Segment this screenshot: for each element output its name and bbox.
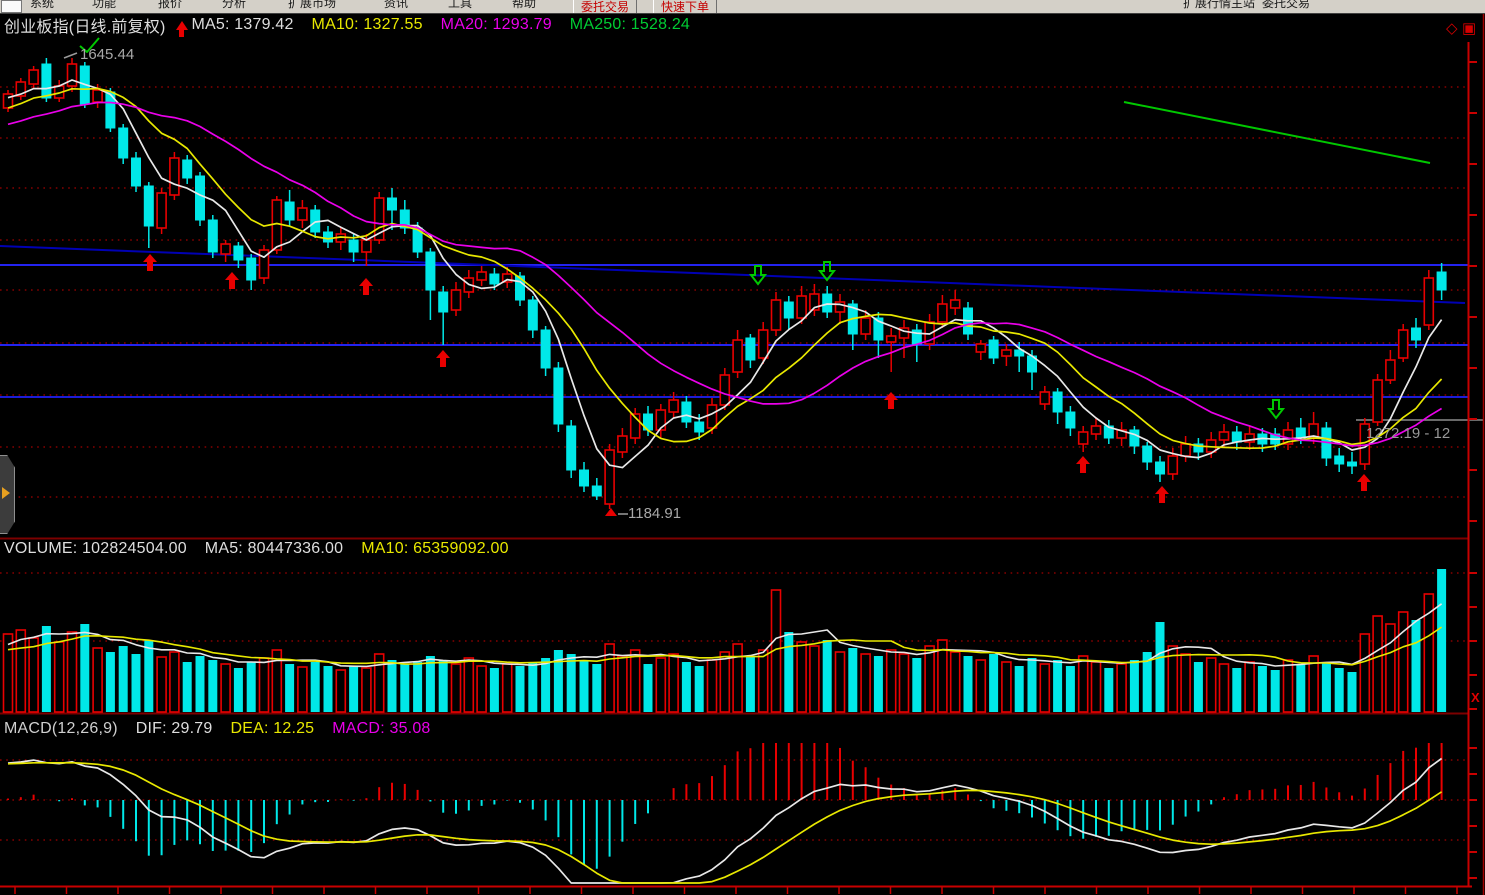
axes: [0, 13, 1484, 895]
macd-value: MACD: 35.08: [332, 720, 430, 738]
menu-item-5[interactable]: 资讯: [384, 0, 408, 11]
ma20-value: MA20: 1293.79: [441, 16, 552, 34]
menu-item-7[interactable]: 帮助: [512, 0, 536, 11]
buy-signal-icon: [884, 392, 898, 409]
menu-item-1[interactable]: 功能: [92, 0, 116, 11]
volume-value: VOLUME: 102824504.00: [4, 540, 187, 558]
app-window: 系统 功能 报价 分析 扩展市场 资讯 工具 帮助 委托交易 快速下单 扩展行情…: [0, 0, 1485, 895]
expand-arrow-icon: [2, 487, 10, 499]
volume-bars: [4, 569, 1447, 712]
buy-signal-icon: [1155, 486, 1169, 503]
buy-signal-icon: [1076, 456, 1090, 473]
low-price-label: 1184.91: [628, 505, 681, 522]
buy-signal-icon: [1357, 474, 1371, 491]
trend-up-icon: [176, 21, 188, 30]
trade-button-label: 委托交易: [574, 0, 636, 14]
volume-ma-lines: [8, 604, 1442, 667]
quick-order-button-label: 快速下单: [654, 0, 716, 14]
close-pane-icon[interactable]: X: [1471, 690, 1480, 705]
candles: [4, 58, 1447, 509]
menu-item-3[interactable]: 分析: [222, 0, 246, 11]
menu-item-6[interactable]: 工具: [448, 0, 472, 11]
macd-pane-header: MACD(12,26,9) DIF: 29.79 DEA: 12.25 MACD…: [4, 720, 431, 738]
buy-signal-icon: [225, 272, 239, 289]
buy-signal-icon: [359, 278, 373, 295]
ma10-value: MA10: 1327.55: [312, 16, 423, 34]
sell-signal-icon: [1269, 400, 1283, 418]
buy-signal-icon: [436, 350, 450, 367]
maximize-icon[interactable]: ▣: [1462, 19, 1476, 37]
main-pane-header: 创业板指(日线.前复权) MA5: 1379.42 MA10: 1327.55 …: [4, 13, 690, 37]
buy-signal-icon: [143, 254, 157, 271]
macd-histogram: [8, 743, 1442, 869]
menu-item-0[interactable]: 系统: [30, 0, 54, 11]
trade-button[interactable]: 委托交易: [573, 0, 637, 14]
menu-right-0[interactable]: 扩展行情主站: [1183, 0, 1255, 11]
level-price-label: 1272.19 - 12: [1366, 425, 1450, 442]
volume-pane-header: VOLUME: 102824504.00 MA5: 80447336.00 MA…: [4, 540, 509, 558]
volume-ma5-value: MA5: 80447336.00: [205, 540, 343, 558]
chart-canvas[interactable]: [0, 0, 1485, 895]
menu-bar: 系统 功能 报价 分析 扩展市场 资讯 工具 帮助 委托交易 快速下单 扩展行情…: [0, 0, 1485, 14]
dif-value: DIF: 29.79: [136, 720, 213, 738]
quick-order-button[interactable]: 快速下单: [653, 0, 717, 14]
high-price-label: 1645.44: [80, 46, 134, 63]
menu-item-4[interactable]: 扩展市场: [288, 0, 336, 11]
menu-right-1[interactable]: 委托交易: [1262, 0, 1310, 11]
macd-name: MACD(12,26,9): [4, 720, 118, 738]
dea-value: DEA: 12.25: [230, 720, 314, 738]
sidebar-expand-tab[interactable]: [0, 455, 15, 534]
diamond-icon[interactable]: ◇: [1446, 19, 1458, 37]
volume-ma10-value: MA10: 65359092.00: [361, 540, 509, 558]
app-icon[interactable]: [1, 0, 22, 13]
ma250-value: MA250: 1528.24: [570, 16, 690, 34]
symbol-title: 创业板指(日线.前复权): [4, 13, 166, 37]
annotation-marks: [64, 38, 628, 516]
ma5-value: MA5: 1379.42: [192, 16, 294, 34]
menu-item-2[interactable]: 报价: [158, 0, 182, 11]
